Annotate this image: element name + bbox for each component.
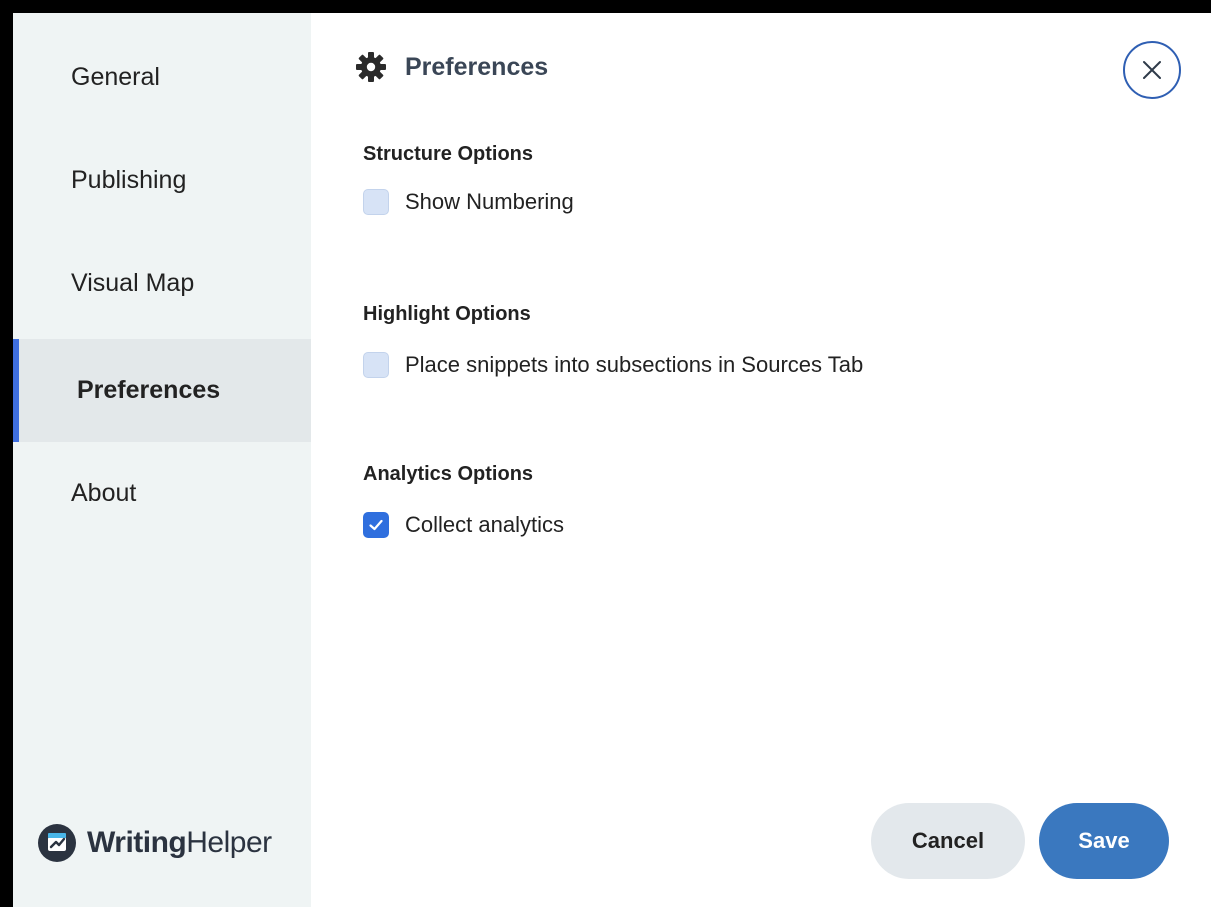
option-label: Show Numbering — [405, 189, 574, 214]
gear-icon — [356, 52, 386, 82]
preferences-dialog: General Publishing Visual Map Preference… — [0, 0, 1211, 907]
page-title: Preferences — [405, 52, 549, 81]
option-place-snippets[interactable]: Place snippets into subsections in Sourc… — [363, 352, 863, 378]
brand-name-helper: Helper — [186, 826, 272, 859]
collect-analytics-checkbox[interactable] — [363, 512, 389, 538]
sidebar-item-label: Visual Map — [71, 269, 195, 297]
close-icon — [1143, 61, 1161, 79]
option-show-numbering[interactable]: Show Numbering — [363, 189, 574, 215]
sidebar-item-general[interactable]: General — [13, 26, 311, 129]
place-snippets-checkbox[interactable] — [363, 352, 389, 378]
sidebar-item-label: Publishing — [71, 166, 187, 194]
save-button[interactable]: Save — [1039, 803, 1169, 879]
sidebar-item-preferences[interactable]: Preferences — [13, 339, 311, 442]
writinghelper-logo-icon — [38, 824, 76, 862]
brand-name-writing: Writing — [87, 826, 187, 859]
cancel-button[interactable]: Cancel — [871, 803, 1025, 879]
sidebar: General Publishing Visual Map Preference… — [13, 13, 311, 907]
option-label: Collect analytics — [405, 512, 564, 537]
header: Preferences — [355, 51, 548, 83]
sidebar-item-visual-map[interactable]: Visual Map — [13, 232, 311, 335]
option-label: Place snippets into subsections in Sourc… — [405, 352, 864, 377]
option-collect-analytics[interactable]: Collect analytics — [363, 512, 564, 538]
brand-logo: WritingHelper — [37, 823, 272, 863]
close-button[interactable] — [1123, 41, 1181, 99]
sidebar-item-publishing[interactable]: Publishing — [13, 129, 311, 232]
section-heading-structure: Structure Options — [363, 143, 534, 165]
section-heading-analytics: Analytics Options — [363, 463, 534, 485]
checkmark-icon — [369, 519, 383, 531]
show-numbering-checkbox[interactable] — [363, 189, 389, 215]
sidebar-item-label: General — [71, 63, 160, 91]
sidebar-item-label: About — [71, 479, 137, 507]
sidebar-item-about[interactable]: About — [13, 442, 311, 545]
section-heading-highlight: Highlight Options — [363, 303, 531, 325]
sidebar-item-label: Preferences — [77, 376, 221, 404]
main-panel: Preferences Structure Options Show Numbe… — [311, 13, 1211, 907]
